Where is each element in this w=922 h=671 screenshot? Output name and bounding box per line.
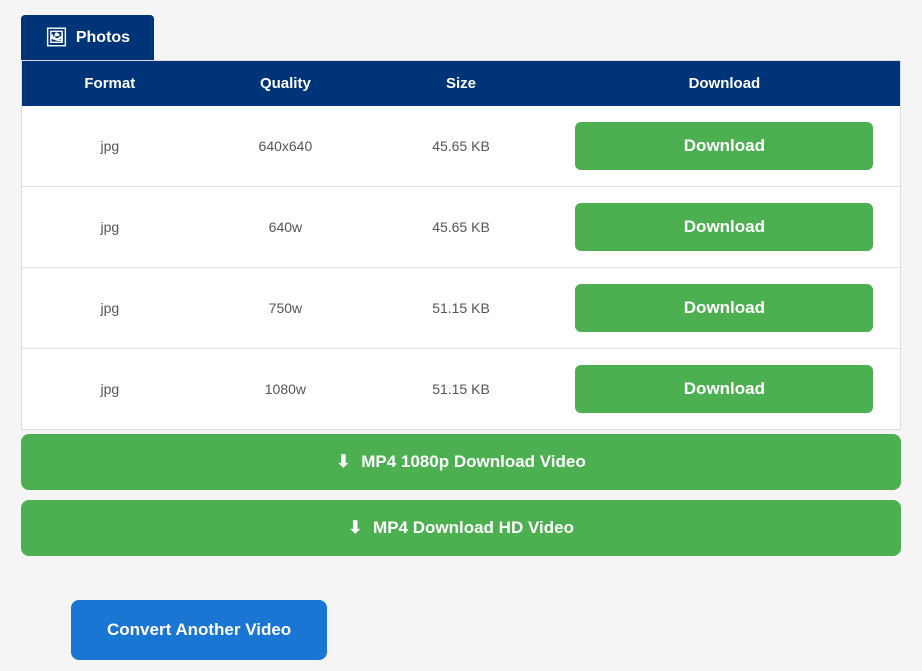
tab-bar: 🖼 Photos [21, 15, 901, 60]
download-icon-1: ⬇ [336, 452, 350, 471]
mp4-hd-download-button[interactable]: ⬇ MP4 Download HD Video [21, 500, 901, 556]
cell-size-2: 51.15 KB [373, 268, 549, 348]
cell-size-1: 45.65 KB [373, 187, 549, 267]
cell-size-3: 51.15 KB [373, 349, 549, 429]
big-buttons-container: ⬇ MP4 1080p Download Video ⬇ MP4 Downloa… [21, 430, 901, 570]
cell-quality-0: 640x640 [198, 106, 374, 186]
download-button-1[interactable]: Download [575, 203, 873, 251]
table-row: jpg 1080w 51.15 KB Download [22, 349, 900, 429]
header-size: Size [373, 61, 549, 106]
cell-download-3: Download [549, 349, 900, 429]
cell-format-3: jpg [22, 349, 198, 429]
cell-format-0: jpg [22, 106, 198, 186]
table-row: jpg 750w 51.15 KB Download [22, 268, 900, 349]
header-download: Download [549, 61, 900, 106]
tab-label: Photos [76, 29, 130, 47]
cell-format-1: jpg [22, 187, 198, 267]
header-format: Format [22, 61, 198, 106]
cell-download-2: Download [549, 268, 900, 348]
cell-quality-1: 640w [198, 187, 374, 267]
mp4-1080p-label: MP4 1080p Download Video [361, 452, 586, 471]
download-icon-2: ⬇ [348, 518, 362, 537]
mp4-hd-label: MP4 Download HD Video [373, 518, 574, 537]
table-header: Format Quality Size Download [22, 61, 900, 106]
cell-format-2: jpg [22, 268, 198, 348]
mp4-1080p-download-button[interactable]: ⬇ MP4 1080p Download Video [21, 434, 901, 490]
cell-size-0: 45.65 KB [373, 106, 549, 186]
cell-download-1: Download [549, 187, 900, 267]
download-table: Format Quality Size Download jpg 640x640… [21, 60, 901, 430]
table-row: jpg 640w 45.65 KB Download [22, 187, 900, 268]
header-quality: Quality [198, 61, 374, 106]
download-button-2[interactable]: Download [575, 284, 873, 332]
photos-tab[interactable]: 🖼 Photos [21, 15, 154, 60]
cell-quality-3: 1080w [198, 349, 374, 429]
convert-another-button[interactable]: Convert Another Video [71, 600, 327, 660]
table-row: jpg 640x640 45.65 KB Download [22, 106, 900, 187]
main-container: 🖼 Photos Format Quality Size Download jp… [21, 15, 901, 661]
cell-download-0: Download [549, 106, 900, 186]
download-button-0[interactable]: Download [575, 122, 873, 170]
photos-icon: 🖼 [45, 27, 68, 48]
cell-quality-2: 750w [198, 268, 374, 348]
convert-section: Convert Another Video [21, 570, 901, 660]
download-button-3[interactable]: Download [575, 365, 873, 413]
